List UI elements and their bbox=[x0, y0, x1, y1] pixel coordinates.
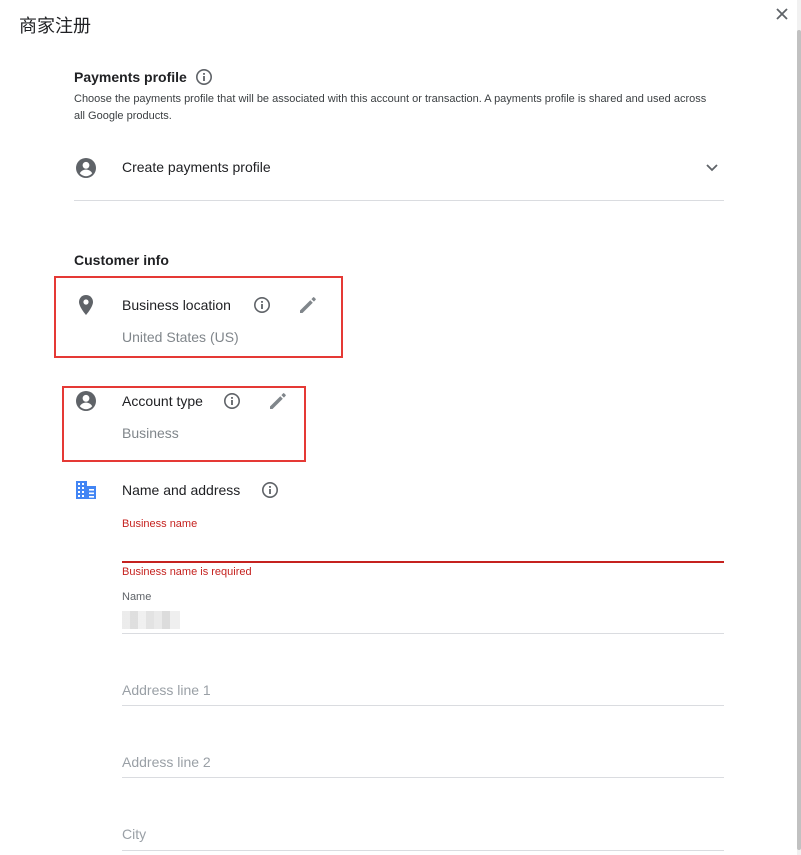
city-underline bbox=[122, 850, 724, 851]
dialog-title: 商家注册 bbox=[19, 16, 91, 37]
name-label: Name bbox=[122, 591, 152, 603]
scrollbar-thumb[interactable] bbox=[797, 30, 801, 850]
info-icon bbox=[224, 393, 240, 409]
info-icon bbox=[196, 69, 212, 85]
address-line-2-underline bbox=[122, 777, 724, 778]
payments-profile-description: Choose the payments profile that will be… bbox=[74, 93, 707, 122]
account-type-label: Account type bbox=[122, 393, 203, 409]
merchant-registration-dialog: 商家注册 Payments profile Choose the payment… bbox=[0, 0, 801, 855]
location-pin-icon bbox=[79, 295, 93, 315]
name-and-address-label: Name and address bbox=[122, 482, 241, 498]
payments-profile-info-button[interactable] bbox=[195, 68, 213, 86]
business-location-edit-button[interactable] bbox=[297, 294, 319, 316]
address-line-2-input[interactable]: Address line 2 bbox=[122, 754, 211, 770]
account-circle-icon bbox=[76, 391, 96, 411]
address-line-1-underline bbox=[122, 705, 724, 706]
business-location-info-button[interactable] bbox=[252, 295, 272, 315]
business-name-label: Business name bbox=[122, 518, 198, 530]
payments-profile-heading-text: Payments profile bbox=[74, 69, 187, 85]
name-and-address-icon-wrap bbox=[75, 480, 97, 500]
chevron-down-icon bbox=[706, 164, 718, 172]
business-name-underline bbox=[122, 561, 724, 563]
building-icon bbox=[76, 481, 96, 499]
account-type-info-button[interactable] bbox=[222, 391, 242, 411]
pencil-icon bbox=[300, 297, 316, 313]
pencil-icon bbox=[270, 393, 286, 409]
close-icon bbox=[776, 8, 788, 20]
customer-info-heading: Customer info bbox=[74, 252, 169, 268]
close-button[interactable] bbox=[772, 4, 792, 24]
account-circle-icon bbox=[76, 158, 96, 178]
account-type-edit-button[interactable] bbox=[267, 390, 289, 412]
business-location-label: Business location bbox=[122, 297, 231, 313]
business-name-input[interactable] bbox=[122, 534, 728, 562]
account-type-icon-wrap bbox=[75, 390, 97, 412]
business-location-value: United States (US) bbox=[122, 329, 239, 345]
name-and-address-info-button[interactable] bbox=[260, 480, 280, 500]
payments-profile-heading: Payments profile bbox=[74, 69, 187, 85]
address-line-1-input[interactable]: Address line 1 bbox=[122, 682, 211, 698]
name-underline bbox=[122, 633, 724, 634]
scrollbar[interactable] bbox=[797, 0, 801, 855]
payments-profile-avatar bbox=[75, 157, 97, 179]
business-location-icon-wrap bbox=[76, 294, 96, 316]
business-location-highlight bbox=[54, 276, 343, 358]
account-type-value: Business bbox=[122, 425, 179, 441]
name-value-redacted[interactable] bbox=[122, 611, 180, 629]
city-input[interactable]: City bbox=[122, 826, 146, 842]
payments-profile-divider bbox=[74, 200, 724, 201]
payments-profile-select-label[interactable]: Create payments profile bbox=[122, 159, 271, 175]
business-name-error: Business name is required bbox=[122, 566, 252, 578]
info-icon bbox=[262, 482, 278, 498]
payments-profile-dropdown-button[interactable] bbox=[702, 157, 722, 177]
info-icon bbox=[254, 297, 270, 313]
